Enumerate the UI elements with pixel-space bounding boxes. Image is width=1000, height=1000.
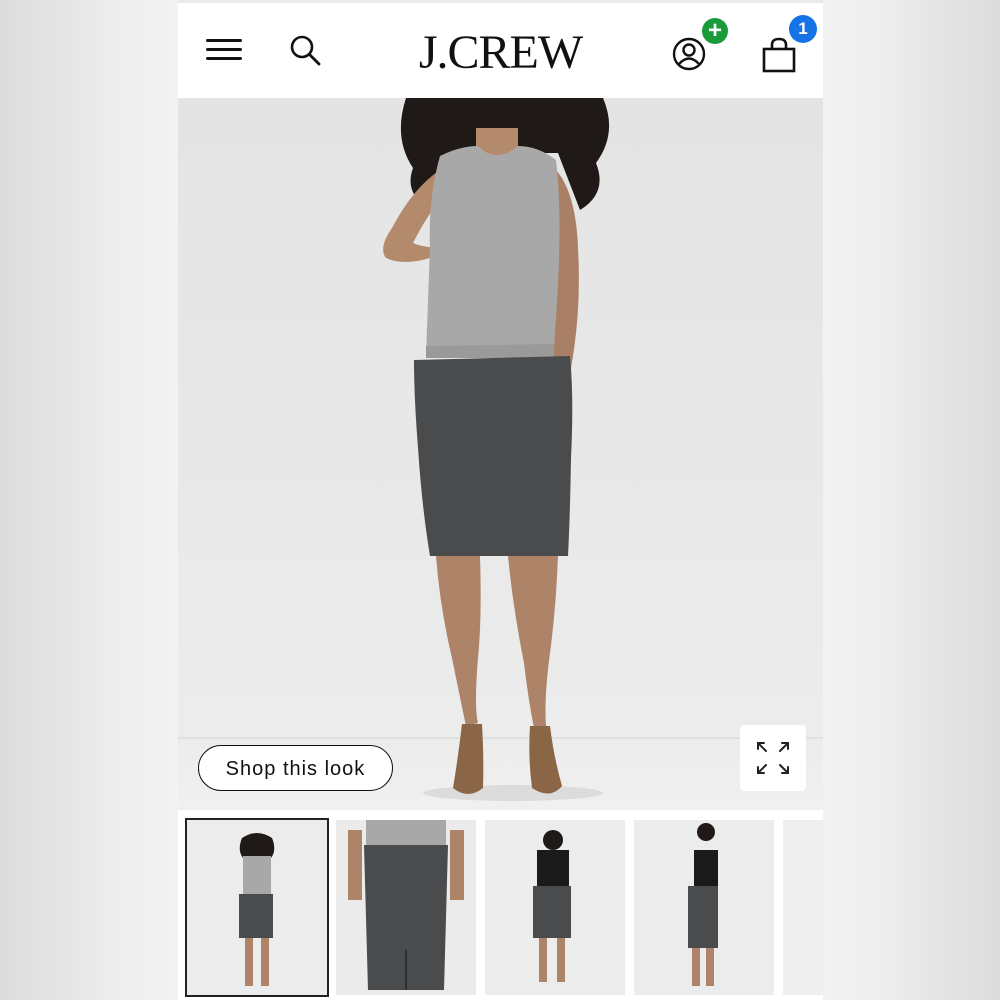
expand-icon[interactable] bbox=[740, 725, 806, 791]
shopping-bag-icon[interactable] bbox=[762, 37, 796, 73]
hero-product-image[interactable]: Shop this look bbox=[178, 98, 823, 810]
thumbnail-5-partial[interactable] bbox=[783, 820, 823, 995]
brand-logo[interactable]: J.CREW bbox=[408, 25, 593, 81]
search-icon[interactable] bbox=[288, 33, 324, 69]
hamburger-menu-icon[interactable] bbox=[206, 37, 242, 63]
thumbnail-3[interactable] bbox=[485, 820, 625, 995]
thumbnail-strip bbox=[178, 810, 823, 1000]
thumbnail-2[interactable] bbox=[336, 820, 476, 995]
thumbnail-1[interactable] bbox=[185, 818, 329, 997]
phone-screen: J.CREW + 1 Shop this look bbox=[178, 0, 823, 1000]
bag-count-badge: 1 bbox=[789, 15, 817, 43]
model-illustration bbox=[178, 98, 823, 801]
account-plus-badge: + bbox=[702, 18, 728, 44]
top-nav-bar: J.CREW + 1 bbox=[178, 0, 823, 98]
account-icon[interactable] bbox=[672, 37, 706, 71]
thumbnail-4[interactable] bbox=[634, 820, 774, 995]
shop-this-look-button[interactable]: Shop this look bbox=[198, 745, 393, 791]
